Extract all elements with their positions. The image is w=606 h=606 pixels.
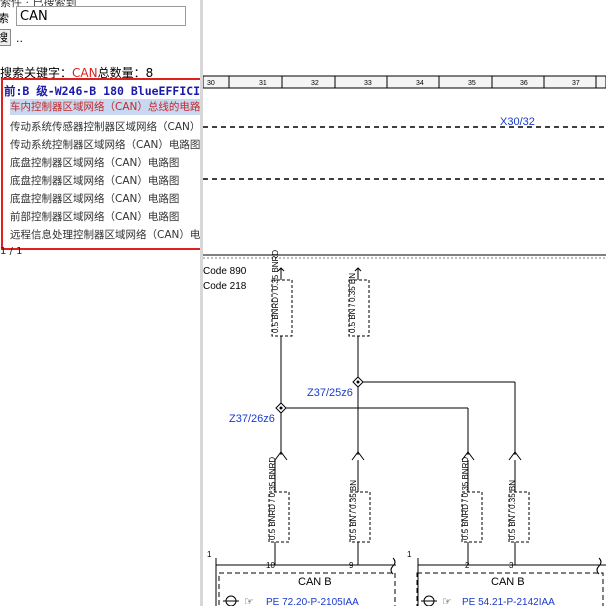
browse-dots[interactable]: .. [16,32,23,45]
result-item[interactable]: 传动系统控制器区域网络（CAN）电路图 [10,137,200,153]
ruler-tick: 34 [416,80,424,87]
wire-label: 0.5 BN / 0.35 BN [348,273,357,333]
module-ref-link[interactable]: PE 54.21-P-2142IAA [462,597,555,606]
pointing-hand-icon[interactable]: ☞ [442,596,452,606]
pin-label: 1 [207,550,212,559]
bus-label: CAN B [491,576,525,588]
result-item[interactable]: 底盘控制器区域网络（CAN）电路图 [10,191,179,207]
search-button[interactable]: 搜 [0,29,11,46]
ruler-tick: 35 [468,80,476,87]
ruler-tick: 31 [259,80,267,87]
can-wires [268,336,530,565]
pin-label: 3 [509,561,514,570]
connector-label[interactable]: X30/32 [500,116,535,128]
wire-label: 0.5 BNRD / 0.35 BNRD [271,250,280,333]
splice-label[interactable]: Z37/25z6 [307,387,353,399]
splice-label[interactable]: Z37/26z6 [229,413,275,425]
module-ref-link[interactable]: PE 72.20-P-2105IAA [266,597,359,606]
result-item[interactable]: 底盘控制器区域网络（CAN）电路图 [10,173,179,189]
ruler-tick: 36 [520,80,528,87]
pin-label: 1 [407,550,412,559]
wiring-diagram-view: 30 31 32 33 34 35 36 37 X30/32 Code 890 … [203,0,606,606]
result-item[interactable]: 远程信息处理控制器区域网络（CAN）电路图 [10,227,200,243]
splice-dot [279,406,283,410]
splice-dot [356,380,360,384]
wire-label: 0.5 BNRD / 0.35 BNRD [268,457,277,540]
result-item[interactable]: 前部控制器区域网络（CAN）电路图 [10,209,179,225]
code-note: Code 218 [203,281,247,292]
wire-label: 0.5 BN / 0.35 BN [508,480,517,540]
vehicle-breadcrumb[interactable]: 前:B 级-W246-B 180 BlueEFFICIENCY [4,83,200,99]
result-item[interactable]: 传动系统传感器控制器区域网络（CAN）电路图 [10,119,200,135]
search-panel: 索件 · 已搜索到 索 搜 .. 搜索关键字：CAN总数量：8 前:B 级-W2… [0,0,203,606]
ruler-tick: 33 [364,80,372,87]
ruler-tick: 37 [572,80,580,87]
pager: 1 / 1 [0,246,23,257]
bus-label: CAN B [298,576,332,588]
ruler-tick: 30 [207,80,215,87]
search-field-label: 索 [0,12,9,25]
pin-label: 9 [349,561,354,570]
result-item[interactable]: 底盘控制器区域网络（CAN）电路图 [10,155,179,171]
wire-label: 0.5 BNRD / 0.35 BNRD [461,457,470,540]
code-note: Code 890 [203,266,247,277]
pin-label: 2 [465,561,470,570]
pin-label: 10 [266,561,275,570]
ruler-tick: 32 [311,80,319,87]
wiring-diagram: 30 31 32 33 34 35 36 37 X30/32 Code 890 … [203,75,606,606]
result-item[interactable]: 车内控制器区域网络（CAN）总线的电路图 [10,99,200,115]
pointing-hand-icon[interactable]: ☞ [244,596,254,606]
wire-label: 0.5 BN / 0.35 BN [349,480,358,540]
search-input[interactable] [16,6,186,26]
results-list: 前:B 级-W246-B 180 BlueEFFICIENCY 车内控制器区域网… [1,78,202,250]
